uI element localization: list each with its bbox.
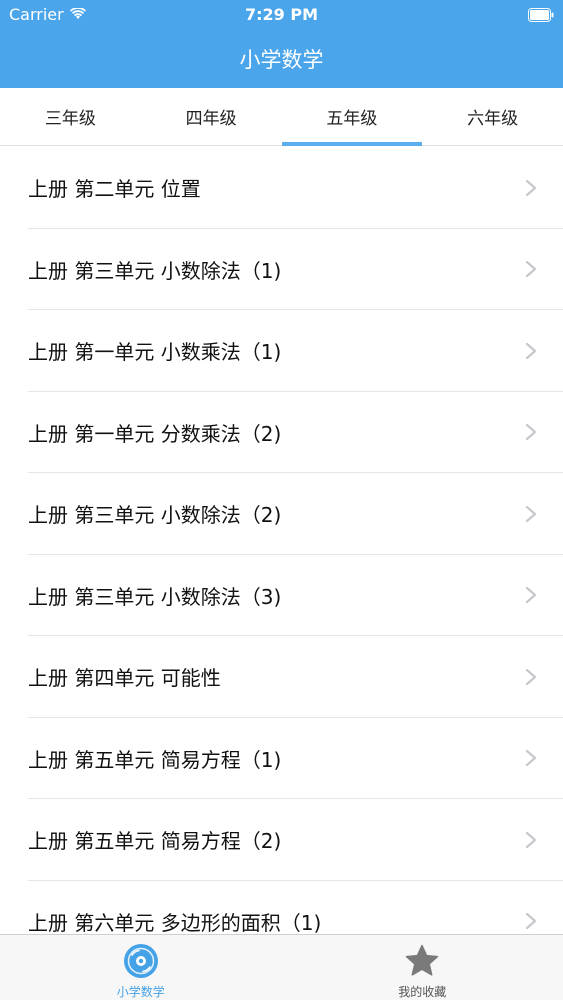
list-item[interactable]: 上册 第五单元 简易方程（1) (0, 718, 563, 800)
tabbar-item-math[interactable]: 小学数学 (0, 935, 282, 1000)
list-item[interactable]: 上册 第三单元 小数除法（1) (0, 229, 563, 311)
list-item[interactable]: 上册 第六单元 多边形的面积（1) (0, 881, 563, 934)
tab-grade-5[interactable]: 五年级 (281, 88, 423, 146)
list-item[interactable]: 上册 第一单元 小数乘法（1) (0, 310, 563, 392)
list-item-label: 上册 第五单元 简易方程（2) (28, 829, 282, 854)
tab-label: 五年级 (326, 109, 378, 129)
chevron-right-icon (525, 424, 537, 441)
chevron-right-icon (525, 261, 537, 278)
chevron-right-icon (525, 587, 537, 604)
list-item-label: 上册 第五单元 简易方程（1) (28, 747, 282, 772)
chevron-right-icon (525, 668, 537, 685)
disc-icon (123, 944, 158, 978)
list-item-label: 上册 第六单元 多边形的面积（1) (28, 910, 322, 934)
chevron-right-icon (525, 505, 537, 522)
list-item[interactable]: 上册 第三单元 小数除法（2) (0, 473, 563, 555)
list-item-label: 上册 第二单元 位置 (28, 177, 201, 202)
tab-label: 六年级 (467, 109, 519, 129)
list-item[interactable]: 上册 第一单元 分数乘法（2) (0, 392, 563, 474)
grade-tabs: 三年级 四年级 五年级 六年级 (0, 88, 563, 146)
list-item-label: 上册 第三单元 小数除法（2) (28, 503, 282, 528)
chevron-right-icon (525, 750, 537, 767)
tabbar-label: 我的收藏 (398, 985, 447, 999)
tab-bar: 小学数学 我的收藏 (0, 934, 563, 1000)
list-item[interactable]: 上册 第五单元 简易方程（2) (0, 799, 563, 881)
chevron-right-icon (525, 342, 537, 359)
list-item-label: 上册 第一单元 小数乘法（1) (28, 340, 282, 365)
chevron-right-icon (525, 179, 537, 196)
tab-grade-3[interactable]: 三年级 (0, 88, 141, 145)
tab-label: 三年级 (44, 109, 96, 129)
app-screen: Carrier 7:29 PM 小学数学 三年级 四年级 五年级 六年级 上册 … (0, 0, 563, 1000)
lesson-list: 上册 第二单元 位置 上册 第三单元 小数除法（1) 上册 第一单元 小数乘法（… (0, 147, 563, 934)
chevron-right-icon (525, 831, 537, 848)
battery-icon (528, 7, 554, 22)
list-item-label: 上册 第三单元 小数除法（3) (28, 584, 282, 609)
list-item-label: 上册 第四单元 可能性 (28, 666, 221, 691)
tabbar-item-favorites[interactable]: 我的收藏 (282, 935, 563, 1000)
tab-grade-6[interactable]: 六年级 (422, 88, 563, 145)
status-time: 7:29 PM (244, 5, 318, 24)
tab-label: 四年级 (185, 109, 237, 129)
tabbar-label: 小学数学 (116, 985, 165, 999)
list-item-label: 上册 第一单元 分数乘法（2) (28, 421, 282, 446)
page-title: 小学数学 (239, 48, 324, 72)
status-bar: Carrier 7:29 PM (0, 0, 563, 30)
tab-grade-4[interactable]: 四年级 (141, 88, 282, 145)
list-item[interactable]: 上册 第三单元 小数除法（3) (0, 555, 563, 637)
header: Carrier 7:29 PM 小学数学 (0, 0, 563, 88)
list-item[interactable]: 上册 第四单元 可能性 (0, 636, 563, 718)
list-item[interactable]: 上册 第二单元 位置 (0, 147, 563, 229)
chevron-right-icon (525, 913, 537, 930)
star-icon (406, 944, 439, 976)
list-item-label: 上册 第三单元 小数除法（1) (28, 258, 282, 283)
